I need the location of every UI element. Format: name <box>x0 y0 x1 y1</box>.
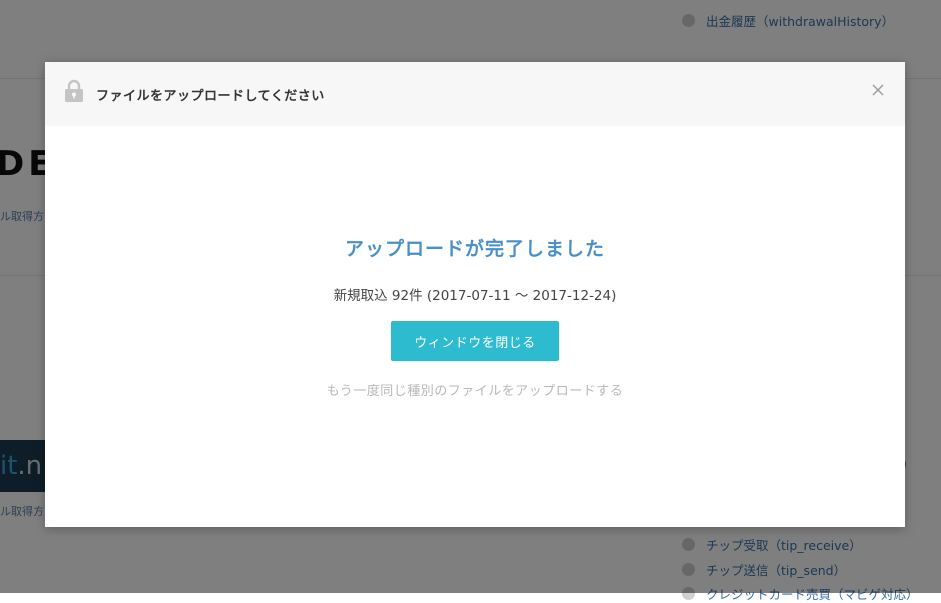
upload-complete-heading: アップロードが完了しました <box>344 238 605 260</box>
import-summary: 新規取込 92件 (2017-07-11 〜 2017-12-24) <box>333 288 617 304</box>
upload-again-link[interactable]: もう一度同じ種別のファイルをアップロードする <box>45 380 905 399</box>
modal-header: ファイルをアップロードしてください <box>45 62 905 126</box>
close-window-button[interactable]: ウィンドウを閉じる <box>391 321 559 361</box>
modal-body: アップロードが完了しました 新規取込 92件 (2017-07-11 〜 201… <box>45 126 905 527</box>
modal-title: ファイルをアップロードしてください <box>96 89 325 104</box>
close-button[interactable] <box>868 80 888 100</box>
close-icon <box>868 84 888 104</box>
upload-modal: ファイルをアップロードしてください アップロードが完了しました 新規取込 92件… <box>45 62 905 527</box>
lock-icon <box>64 79 84 103</box>
